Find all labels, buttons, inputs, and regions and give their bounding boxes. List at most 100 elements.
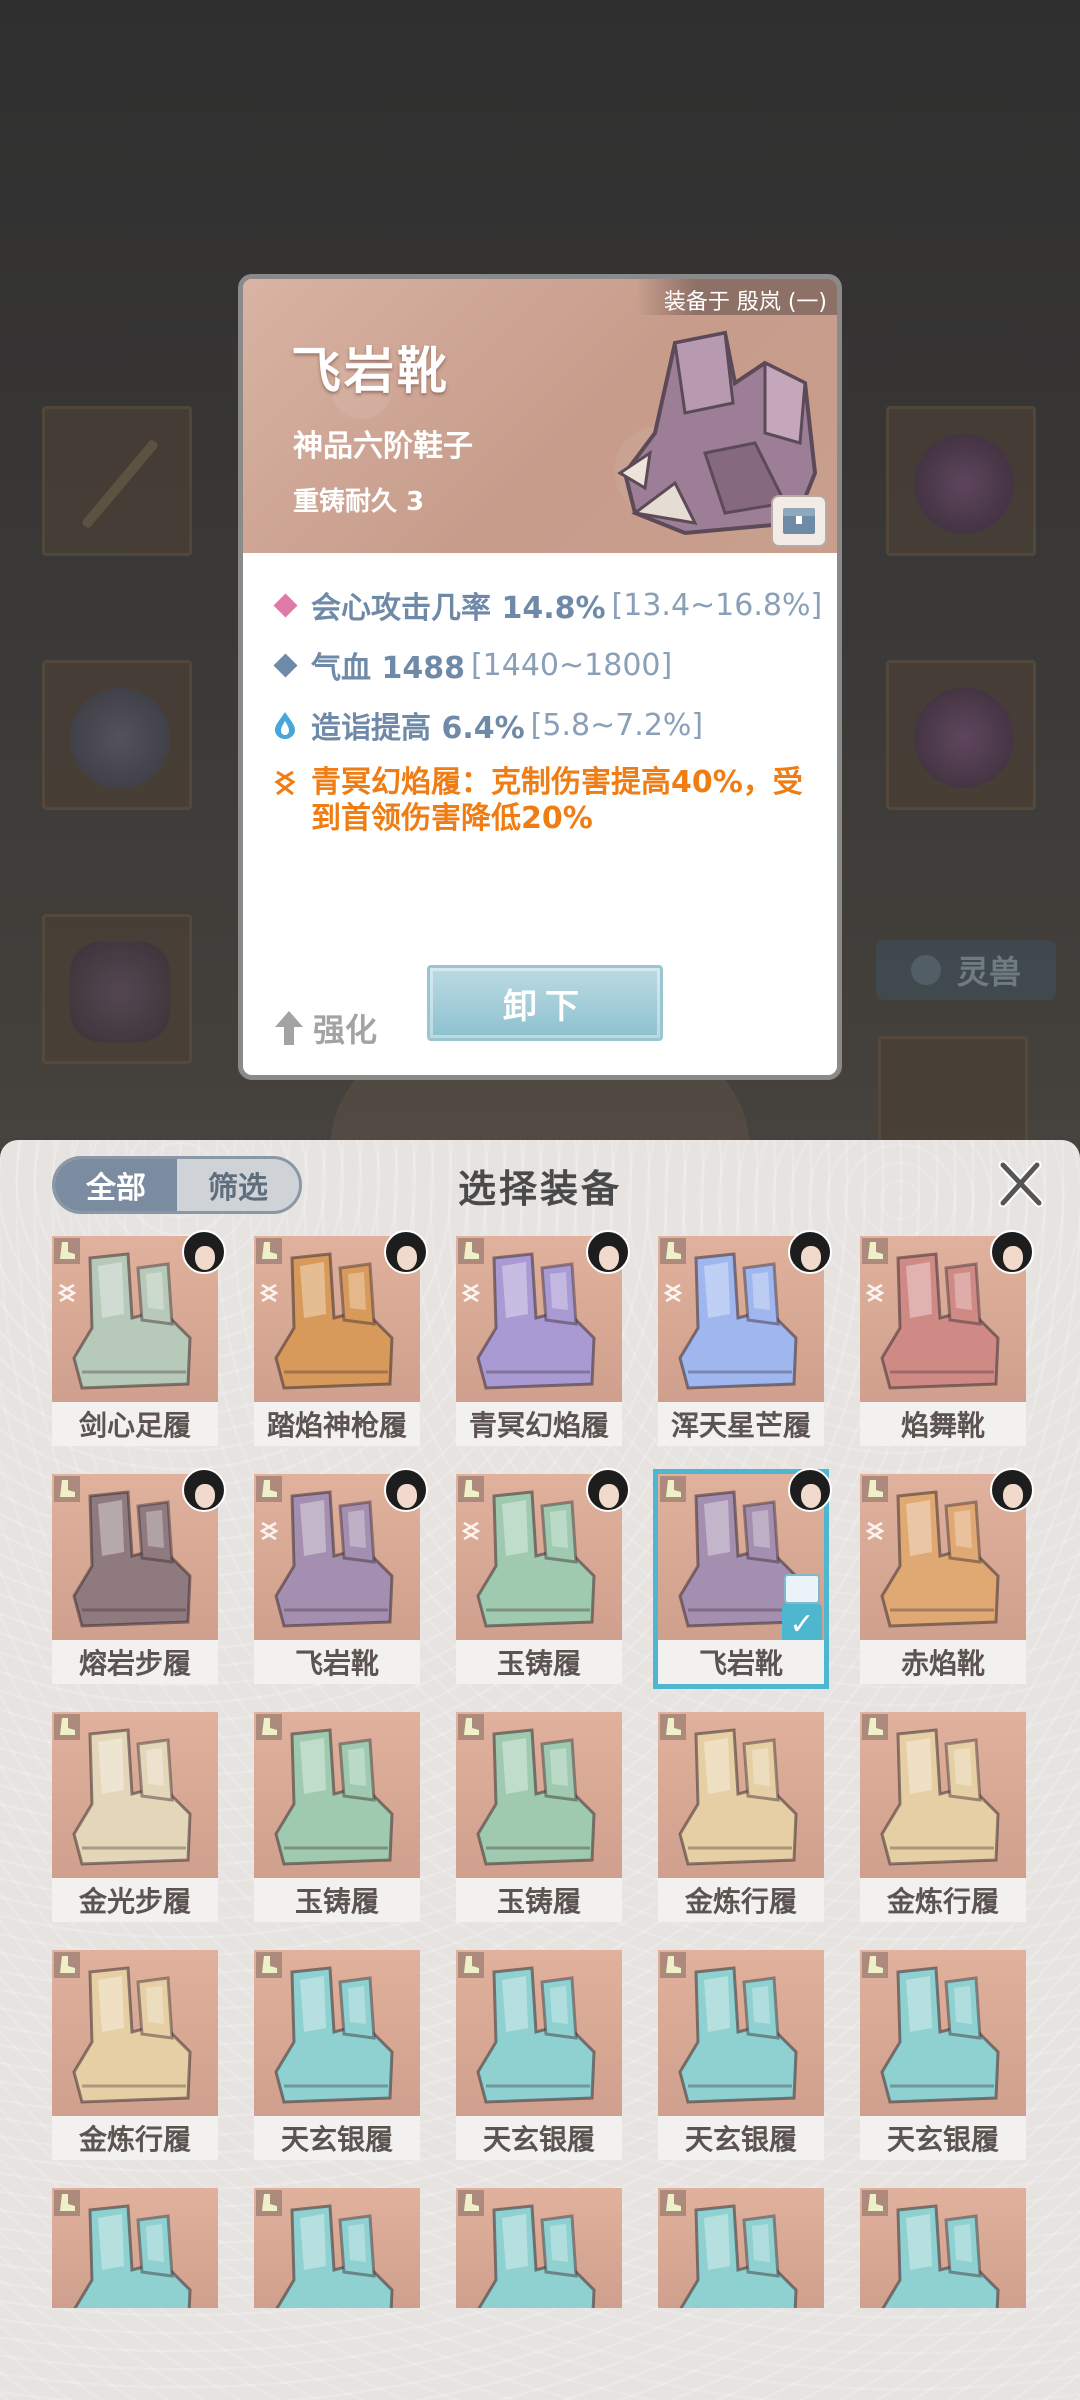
- boot-artwork-icon: [274, 1966, 394, 2104]
- boot-type-icon: [256, 1714, 282, 1740]
- boot-type-icon: [458, 1714, 484, 1740]
- equipment-item[interactable]: 金光步履: [52, 1712, 218, 1922]
- item-name-label: 金炼行履: [52, 2116, 218, 2160]
- set-bonus-icon: [259, 1283, 279, 1303]
- equipment-item[interactable]: 赤焰靴: [860, 1468, 1034, 1684]
- set-bonus-icon: [57, 1283, 77, 1303]
- character-avatar-icon: [586, 1468, 630, 1512]
- stat-row-mastery: 造诣提高 6.4% [5.8~7.2%]: [271, 695, 831, 755]
- item-name-label: 天玄银履: [658, 2116, 824, 2160]
- equipment-item[interactable]: [860, 2188, 1026, 2308]
- equipment-item[interactable]: 玉铸履: [254, 1712, 420, 1922]
- equipment-item[interactable]: [456, 2188, 622, 2308]
- item-name-label: 焰舞靴: [860, 1402, 1026, 1446]
- stat-label: 气血 1488: [311, 651, 465, 686]
- equipment-item[interactable]: 玉铸履: [456, 1712, 622, 1922]
- equipment-item[interactable]: 踏焰神枪履: [254, 1230, 428, 1446]
- equipment-item[interactable]: 焰舞靴: [860, 1230, 1034, 1446]
- upgrade-button[interactable]: 强化: [273, 1005, 377, 1051]
- boot-type-icon: [660, 1714, 686, 1740]
- boot-artwork-icon: [679, 2204, 798, 2308]
- item-name-label: 天玄银履: [456, 2116, 622, 2160]
- equipment-item[interactable]: 金炼行履: [52, 1950, 218, 2160]
- item-name-label: 天玄银履: [254, 2116, 420, 2160]
- equipment-item[interactable]: 天玄银履: [658, 1950, 824, 2160]
- item-name-label: 金光步履: [52, 1878, 218, 1922]
- equipment-item[interactable]: 天玄银履: [860, 1950, 1026, 2160]
- pink-diamond-icon: [271, 591, 299, 619]
- equipment-item[interactable]: 玉铸履: [456, 1468, 630, 1684]
- boot-artwork-icon: [72, 1966, 192, 2104]
- set-bonus-icon: [461, 1521, 481, 1541]
- boot-artwork-icon: [881, 2204, 1000, 2308]
- boot-type-icon: [54, 1238, 80, 1264]
- item-art: [254, 1712, 420, 1878]
- character-avatar-icon: [182, 1230, 226, 1274]
- pet-tag-label: 灵兽: [956, 953, 1021, 991]
- item-art: [658, 2188, 824, 2308]
- stat-row-crit: 会心攻击几率 14.8% [13.4~16.8%]: [271, 575, 831, 635]
- set-bonus-text: 青冥幻焰履：克制伤害提高40%，受到首领伤害降低20%: [311, 765, 803, 836]
- equipment-item[interactable]: 天玄银履: [456, 1950, 622, 2160]
- close-icon[interactable]: [990, 1154, 1050, 1214]
- unequip-button[interactable]: 卸下: [427, 965, 663, 1041]
- item-art: [456, 2188, 622, 2308]
- bg-accessory-slot: [886, 406, 1036, 556]
- equipped-to-label: 装备于 殷岚 (一): [637, 279, 837, 315]
- character-avatar-icon: [182, 1468, 226, 1512]
- boot-artwork-icon: [476, 1252, 596, 1390]
- equipment-item[interactable]: [52, 2188, 218, 2308]
- boot-type-icon: [54, 1952, 80, 1978]
- treasure-chest-icon[interactable]: [771, 495, 827, 547]
- character-avatar-icon: [586, 1230, 630, 1274]
- boot-artwork-icon: [275, 2204, 394, 2308]
- boot-artwork-icon: [477, 2204, 596, 2308]
- set-bonus-icon: [865, 1283, 885, 1303]
- boot-type-icon: [256, 1952, 282, 1978]
- equipment-item[interactable]: [254, 2188, 420, 2308]
- character-avatar-icon: [384, 1468, 428, 1512]
- item-name-label: 飞岩靴: [658, 1640, 824, 1684]
- item-name-label: 熔岩步履: [52, 1640, 218, 1684]
- boot-type-icon: [660, 1238, 686, 1264]
- equipment-item[interactable]: 浑天星芒履: [658, 1230, 832, 1446]
- equipment-item[interactable]: 飞岩靴: [254, 1468, 428, 1684]
- item-art: [254, 1950, 420, 2116]
- stat-range: [13.4~16.8%]: [611, 587, 823, 623]
- equipment-item[interactable]: 天玄银履: [254, 1950, 420, 2160]
- panel-title: 选择装备: [457, 1167, 622, 1211]
- bg-pet-tag: 灵兽: [876, 940, 1056, 1000]
- boot-artwork-icon: [880, 1490, 1000, 1628]
- equipment-item[interactable]: 熔岩步履: [52, 1468, 226, 1684]
- equipment-item[interactable]: [658, 2188, 824, 2308]
- bg-boot-slot: [42, 914, 192, 1064]
- item-name-label: 玉铸履: [456, 1878, 622, 1922]
- boot-artwork-icon: [274, 1252, 394, 1390]
- item-name-label: 金炼行履: [860, 1878, 1026, 1922]
- equipment-item[interactable]: 金炼行履: [860, 1712, 1026, 1922]
- boot-artwork-icon: [476, 1728, 596, 1866]
- item-name-label: 玉铸履: [254, 1878, 420, 1922]
- equipment-detail-card: 装备于 殷岚 (一) 飞岩靴 神品六阶鞋子 重铸耐久 3 会心攻击几率 14.8…: [238, 274, 842, 1080]
- up-arrow-icon: [275, 1011, 303, 1045]
- item-name-label: 踏焰神枪履: [254, 1402, 420, 1446]
- boot-artwork-icon: [274, 1490, 394, 1628]
- boot-type-icon: [458, 2190, 484, 2216]
- equipment-item[interactable]: 青冥幻焰履: [456, 1230, 630, 1446]
- boot-type-icon: [256, 1238, 282, 1264]
- set-bonus-icon: [663, 1283, 683, 1303]
- equipment-item[interactable]: 金炼行履: [658, 1712, 824, 1922]
- boot-artwork-icon: [880, 1728, 1000, 1866]
- boot-artwork-icon: [73, 2204, 192, 2308]
- item-art: [860, 1712, 1026, 1878]
- equipment-item[interactable]: ✓ 飞岩靴: [653, 1468, 832, 1689]
- equipment-item[interactable]: 剑心足履: [52, 1230, 226, 1446]
- item-art: [860, 2188, 1026, 2308]
- treasure-chest-icon: [784, 1574, 820, 1604]
- boot-artwork-icon: [880, 1252, 1000, 1390]
- item-name-label: 天玄银履: [860, 2116, 1026, 2160]
- card-header: 装备于 殷岚 (一) 飞岩靴 神品六阶鞋子 重铸耐久 3: [243, 279, 837, 553]
- boot-type-icon: [458, 1952, 484, 1978]
- boot-type-icon: [862, 1476, 888, 1502]
- item-art: [52, 1712, 218, 1878]
